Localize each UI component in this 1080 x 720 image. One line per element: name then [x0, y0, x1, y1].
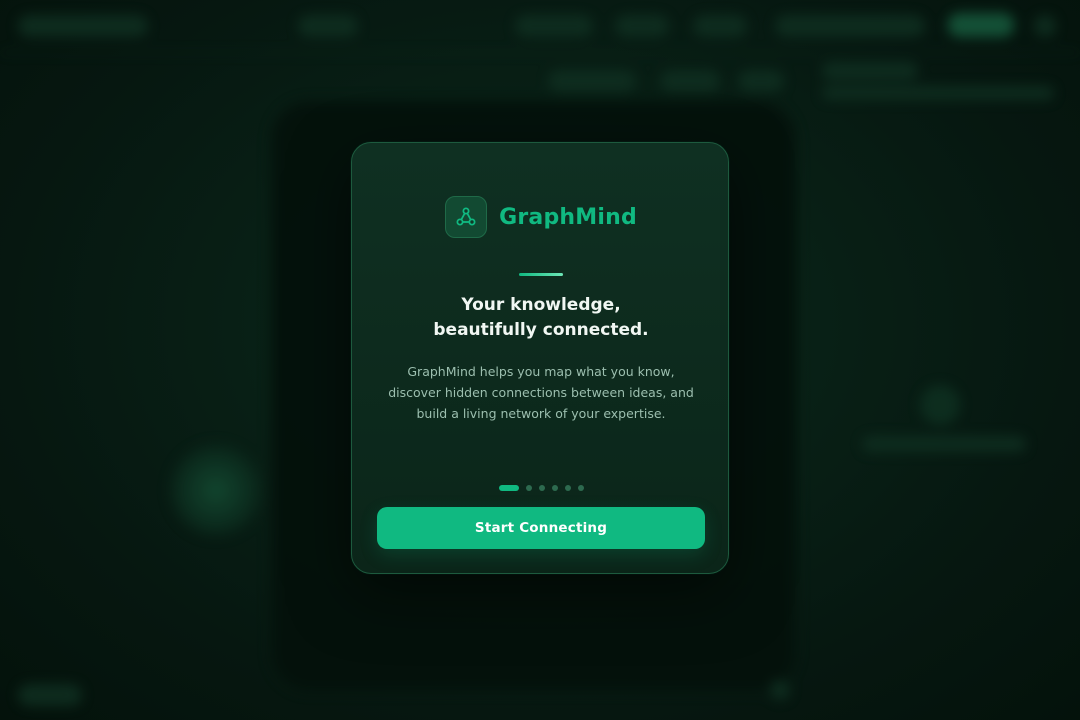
step-dot[interactable] [538, 485, 545, 491]
background-node-orb [168, 442, 264, 538]
network-graph-icon [445, 196, 488, 238]
step-dot[interactable] [577, 485, 584, 491]
background-logo-placeholder [18, 15, 148, 37]
background-tab-placeholder [738, 70, 784, 92]
step-dot[interactable] [551, 485, 558, 491]
background-heading-placeholder [822, 62, 918, 80]
accent-divider [519, 273, 563, 276]
background-tab-placeholder [660, 70, 720, 92]
brand-header: GraphMind [352, 196, 730, 238]
background-footer-placeholder [18, 684, 82, 706]
background-top-bar [0, 0, 1080, 53]
background-nav-placeholder [775, 15, 925, 37]
start-connecting-button[interactable]: Start Connecting [377, 507, 705, 549]
headline-line-1: Your knowledge, [461, 295, 621, 315]
step-dot-active[interactable] [498, 485, 519, 491]
background-tab-placeholder [548, 70, 636, 92]
background-nav-placeholder [693, 15, 747, 37]
step-indicator [352, 485, 730, 491]
background-search-placeholder [298, 15, 358, 37]
brand-name: GraphMind [499, 204, 637, 230]
step-dot[interactable] [564, 485, 571, 491]
background-nav-placeholder [615, 15, 669, 37]
background-label-placeholder [862, 436, 1026, 452]
background-footer-dot [770, 680, 790, 700]
background-avatar-placeholder [1034, 15, 1056, 37]
onboarding-modal: GraphMind Your knowledge, beautifully co… [351, 142, 729, 574]
background-subtext-placeholder [822, 86, 1054, 100]
onboarding-headline: Your knowledge, beautifully connected. [352, 293, 730, 343]
step-dot[interactable] [525, 485, 532, 491]
onboarding-description: GraphMind helps you map what you know, d… [388, 364, 694, 421]
app-root: GraphMind Your knowledge, beautifully co… [0, 0, 1080, 720]
background-nav-placeholder [515, 15, 593, 37]
background-action-placeholder [948, 13, 1014, 37]
network-graph-glyph [456, 207, 476, 226]
background-node-orb [920, 385, 960, 425]
headline-line-2: beautifully connected. [433, 320, 649, 340]
